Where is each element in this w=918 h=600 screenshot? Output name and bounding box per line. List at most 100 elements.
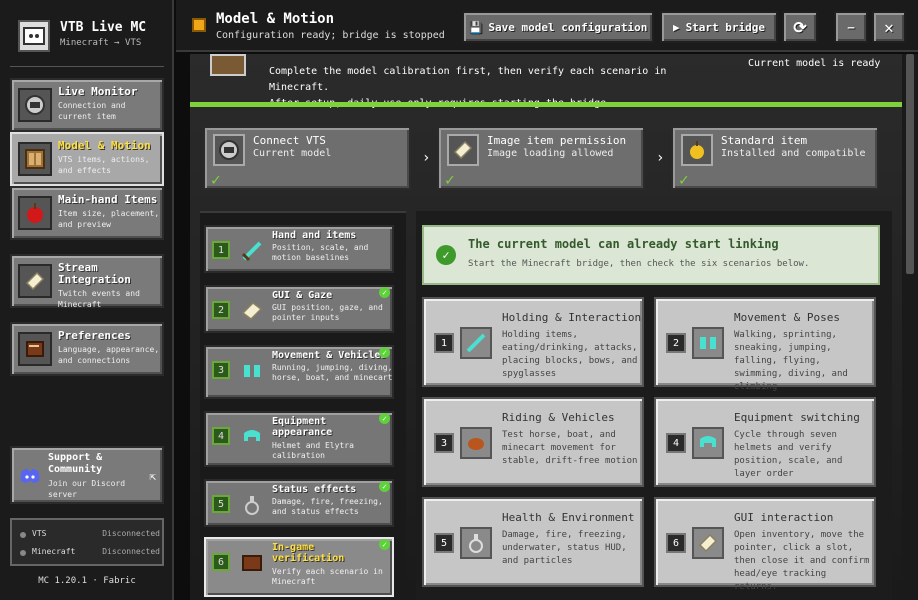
model-ready-label: Current model is ready: [748, 58, 881, 69]
chevron-right-icon: ›: [422, 150, 431, 166]
minimize-icon: —: [847, 20, 855, 34]
scenario-card-5[interactable]: 5 Health & Environment Damage, fire, fre…: [422, 497, 644, 587]
nav-label: Live Monitor: [58, 85, 138, 98]
nav-model-motion[interactable]: Model & Motion VTS items, actions, and e…: [10, 132, 164, 186]
scenario-item-2[interactable]: 2 GUI & Gaze GUI position, gaze, and poi…: [204, 285, 394, 333]
scenario-list: 1 Hand and items Position, scale, and mo…: [200, 211, 406, 600]
scenario-item-4[interactable]: 4 Equipment appearance Helmet and Elytra…: [204, 411, 394, 467]
header: Model & Motion Configuration ready; brid…: [176, 0, 918, 52]
diamond-helmet-icon: [692, 427, 724, 459]
diamond-sword-icon: [238, 237, 266, 265]
check-icon: ✓: [679, 170, 689, 189]
check-icon: ✓: [445, 170, 455, 189]
paper-icon: [238, 297, 266, 325]
minimize-button[interactable]: —: [834, 11, 868, 43]
scenario-details: ✓ The current model can already start li…: [416, 211, 892, 600]
support-community-link[interactable]: Support & Community Join our Discord ser…: [10, 446, 164, 504]
cabinet-icon: [18, 142, 52, 176]
book-icon: [18, 332, 52, 366]
status-vts: VTS Disconnected: [20, 528, 160, 542]
scenario-card-2[interactable]: 2 Movement & Poses Walking, sprinting, s…: [654, 297, 876, 392]
nav-main-hand-items[interactable]: Main-hand Items Item size, placement, an…: [10, 186, 164, 240]
external-link-icon: ⇱: [149, 470, 156, 483]
nav-label: Stream Integration: [58, 261, 131, 286]
support-title: Support & Community: [48, 452, 103, 475]
book-icon: [238, 549, 266, 577]
page-subtitle: Configuration ready; bridge is stopped: [216, 30, 445, 41]
diamond-boots-icon: [692, 327, 724, 359]
main-scrollbar[interactable]: [902, 54, 918, 600]
complete-check-icon: ✓: [379, 481, 390, 492]
chevron-right-icon: ›: [656, 150, 665, 166]
scenario-card-4[interactable]: 4 Equipment switching Cycle through seve…: [654, 397, 876, 487]
complete-check-icon: ✓: [379, 347, 390, 358]
sidebar: VTB Live MC Minecraft → VTS Live Monitor…: [0, 0, 174, 600]
status-dot-icon: [20, 532, 26, 538]
scenario-item-5[interactable]: 5 Status effects Damage, fire, freezing,…: [204, 479, 394, 527]
step-image-permission[interactable]: Image item permission Image loading allo…: [437, 126, 645, 190]
discord-icon: [20, 466, 40, 486]
apple-icon: [18, 196, 52, 230]
scenario-card-3[interactable]: 3 Riding & Vehicles Test horse, boat, an…: [422, 397, 644, 487]
golden-apple-icon: [681, 134, 713, 166]
scenario-item-6[interactable]: 6 In-game verification Verify each scena…: [204, 537, 394, 597]
refresh-icon: ⟳: [793, 17, 807, 37]
scenario-card-6[interactable]: 6 GUI interaction Open inventory, move t…: [654, 497, 876, 592]
brand-divider: [10, 66, 164, 67]
step-standard-item[interactable]: Standard item Installed and compatible ✓: [671, 126, 879, 190]
nav-desc: Language, appearance, and connections: [58, 345, 160, 365]
nav-desc: Item size, placement, and preview: [58, 209, 160, 229]
nav-label: Main-hand Items: [58, 193, 158, 206]
scenario-item-3[interactable]: 3 Movement & Vehicles Running, jumping, …: [204, 345, 394, 399]
ready-banner: ✓ The current model can already start li…: [422, 225, 880, 285]
version-label: MC 1.20.1 · Fabric: [38, 576, 136, 586]
app-title: VTB Live MC: [60, 20, 147, 35]
potion-icon: [238, 491, 266, 519]
diamond-sword-icon: [460, 327, 492, 359]
page-square-icon: [192, 18, 206, 32]
refresh-button[interactable]: ⟳: [782, 11, 818, 43]
play-icon: ▶: [672, 20, 680, 34]
monitor-icon: [18, 88, 52, 122]
nav-stream-integration[interactable]: Stream Integration Twitch events and Min…: [10, 254, 164, 309]
close-button[interactable]: ✕: [872, 11, 906, 43]
start-bridge-button[interactable]: ▶ Start bridge: [660, 11, 778, 43]
nav-desc: Connection and current item: [58, 101, 126, 121]
nav-desc: Twitch events and Minecraft: [58, 289, 140, 309]
complete-check-icon: ✓: [379, 413, 390, 424]
connection-status-panel: VTS Disconnected Minecraft Disconnected: [10, 518, 164, 566]
vts-disc-icon: [213, 134, 245, 166]
diamond-helmet-icon: [238, 423, 266, 451]
paper-icon: [18, 264, 52, 298]
scenario-card-1[interactable]: 1 Holding & Interaction Holding items, e…: [422, 297, 644, 387]
app-brand: VTB Live MC Minecraft → VTS: [10, 14, 170, 60]
nav-preferences[interactable]: Preferences Language, appearance, and co…: [10, 322, 164, 376]
diamond-boots-icon: [238, 357, 266, 385]
scrollbar-thumb[interactable]: [906, 54, 914, 274]
nav-label: Preferences: [58, 329, 131, 342]
nav-label: Model & Motion: [58, 139, 151, 152]
save-model-button[interactable]: 💾 Save model configuration: [462, 11, 654, 43]
potion-icon: [460, 527, 492, 559]
support-desc: Join our Discord server: [48, 479, 126, 499]
app-logo-icon: [18, 20, 50, 52]
complete-check-icon: ✓: [379, 539, 390, 550]
main-content: Complete the model calibration first, th…: [190, 54, 902, 600]
check-icon: ✓: [211, 170, 221, 189]
save-icon: 💾: [468, 20, 483, 34]
status-dot-icon: [20, 550, 26, 556]
close-icon: ✕: [884, 17, 894, 37]
progress-bar: [190, 102, 902, 107]
nav-live-monitor[interactable]: Live Monitor Connection and current item: [10, 78, 164, 132]
nav-desc: VTS items, actions, and effects: [58, 155, 150, 175]
model-thumbnail: [210, 54, 246, 76]
scenario-item-1[interactable]: 1 Hand and items Position, scale, and mo…: [204, 225, 394, 273]
paper-icon: [692, 527, 724, 559]
complete-check-icon: ✓: [379, 287, 390, 298]
paper-icon: [447, 134, 479, 166]
step-connect-vts[interactable]: Connect VTS Current model ✓: [203, 126, 411, 190]
app-subtitle: Minecraft → VTS: [60, 38, 142, 48]
success-check-icon: ✓: [436, 245, 456, 265]
saddle-icon: [460, 427, 492, 459]
status-minecraft: Minecraft Disconnected: [20, 546, 160, 560]
